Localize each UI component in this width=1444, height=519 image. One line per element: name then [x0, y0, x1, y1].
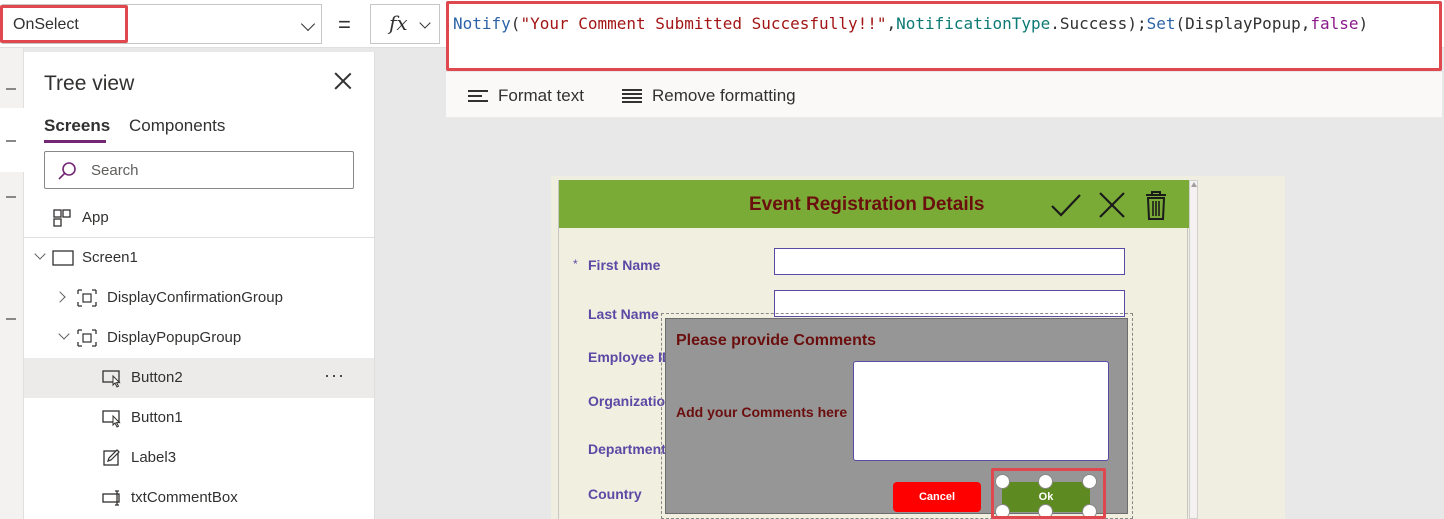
field-label-employee-id: Employee ID [588, 349, 673, 365]
left-rail [0, 48, 24, 519]
tree-item-label: txtCommentBox [131, 489, 238, 506]
remove-formatting-icon [622, 88, 642, 104]
tree-item-label: App [82, 209, 109, 226]
screen-icon [52, 250, 74, 266]
tree-item-button2[interactable]: Button2 ··· [24, 358, 374, 398]
field-label-first-name: First Name [588, 257, 661, 273]
fx-icon: fx [389, 11, 408, 35]
tree-item-label: DisplayPopupGroup [107, 329, 242, 346]
format-text-icon [468, 88, 488, 104]
tab-components[interactable]: Components [129, 116, 225, 136]
search-input[interactable]: Search [44, 151, 354, 189]
tree-item-label: Button1 [131, 409, 183, 426]
rail-icon[interactable] [6, 88, 16, 90]
field-label-last-name: Last Name [588, 306, 659, 322]
chevron-right-icon[interactable] [54, 291, 66, 303]
chevron-down-icon[interactable] [58, 328, 70, 340]
tree-view-title: Tree view [44, 72, 135, 95]
comment-textbox[interactable] [853, 361, 1109, 461]
check-icon[interactable] [1049, 188, 1083, 222]
button-icon [102, 370, 121, 388]
form-title: Event Registration Details [749, 194, 985, 215]
format-text-button[interactable]: Format text [468, 86, 584, 106]
tree-item-label: DisplayConfirmationGroup [107, 289, 283, 306]
first-name-input[interactable] [774, 248, 1125, 275]
label-icon [103, 449, 120, 466]
trash-icon[interactable] [1139, 188, 1173, 222]
tree-item-screen1[interactable]: Screen1 [24, 238, 374, 278]
remove-formatting-button[interactable]: Remove formatting [622, 86, 796, 106]
rail-icon[interactable] [6, 318, 16, 320]
fx-button[interactable]: fx [370, 4, 440, 44]
tree-item-txtcommentbox[interactable]: txtCommentBox [24, 478, 374, 518]
equals-sign: = [338, 12, 351, 37]
popup-title: Please provide Comments [676, 332, 877, 349]
field-label-country: Country [588, 486, 642, 502]
formula-highlight [446, 1, 1442, 71]
chevron-down-icon [419, 17, 431, 29]
tree-item-app[interactable]: App [24, 198, 374, 238]
tree-view-panel: Tree view Screens Components Search App … [24, 52, 375, 519]
group-icon [77, 329, 97, 347]
canvas-scrollbar[interactable] [1189, 180, 1198, 519]
text-input-icon [102, 490, 120, 506]
tree-item-button1[interactable]: Button1 [24, 398, 374, 438]
field-label-department: Department [588, 441, 666, 457]
scroll-up-icon[interactable] [1191, 182, 1197, 187]
ok-button-highlight [991, 468, 1106, 519]
search-placeholder: Search [91, 162, 139, 179]
remove-formatting-label: Remove formatting [652, 86, 796, 105]
tree-item-label: Screen1 [82, 249, 138, 266]
close-icon[interactable] [334, 72, 352, 90]
required-indicator: * [573, 257, 578, 271]
chevron-down-icon [300, 16, 316, 32]
group-icon [77, 289, 97, 307]
format-toolbar: Format text Remove formatting [446, 72, 1442, 118]
rail-icon[interactable] [6, 140, 16, 142]
form-header: Event Registration Details [559, 180, 1189, 228]
tree-item-displaypopupgroup[interactable]: DisplayPopupGroup [24, 318, 374, 358]
more-options-icon[interactable]: ··· [324, 365, 345, 386]
search-icon [58, 162, 76, 180]
cancel-button[interactable]: Cancel [893, 482, 981, 512]
tree-item-displayconfirmationgroup[interactable]: DisplayConfirmationGroup [24, 278, 374, 318]
app-icon [53, 209, 71, 227]
rail-icon[interactable] [6, 196, 16, 198]
chevron-down-icon[interactable] [34, 248, 46, 260]
format-text-label: Format text [498, 86, 584, 105]
button-icon [102, 410, 121, 428]
tab-active-indicator [44, 140, 106, 143]
popup-comment-label: Add your Comments here [676, 404, 848, 420]
tree-item-label: Label3 [131, 449, 177, 466]
tree-item-label: Button2 [131, 369, 183, 386]
tab-screens[interactable]: Screens [44, 116, 110, 136]
property-highlight [0, 5, 128, 43]
tree-item-label3[interactable]: Label3 [24, 438, 374, 478]
cancel-x-icon[interactable] [1095, 188, 1129, 222]
